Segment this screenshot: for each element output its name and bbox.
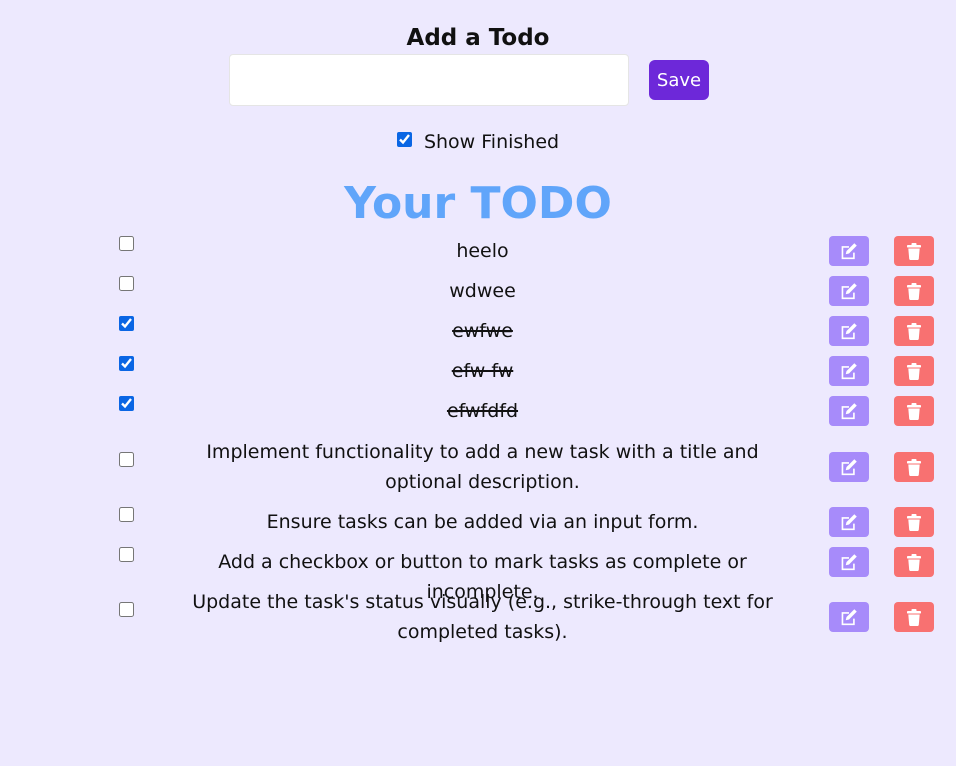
trash-icon-svg — [907, 553, 921, 571]
todo-panel: Add a Todo Save Show Finished Your TODO … — [0, 0, 956, 766]
delete-button[interactable] — [894, 507, 934, 537]
trash-icon — [907, 282, 921, 300]
trash-icon — [907, 553, 921, 571]
edit-icon — [839, 322, 859, 340]
todo-item: Update the task's status visually (e.g.,… — [0, 587, 956, 647]
edit-icon-svg — [841, 554, 857, 571]
todo-item: heelo — [0, 236, 956, 266]
trash-icon-svg — [907, 362, 921, 380]
todo-item: ewfwe — [0, 316, 956, 346]
todo-complete-checkbox[interactable] — [119, 396, 134, 411]
todo-item: Add a checkbox or button to mark tasks a… — [0, 547, 956, 603]
edit-button[interactable] — [829, 452, 869, 482]
delete-button[interactable] — [894, 236, 934, 266]
todo-text: Ensure tasks can be added via an input f… — [266, 511, 699, 533]
todo-text: Implement functionality to add a new tas… — [206, 441, 759, 493]
todo-complete-checkbox[interactable] — [119, 276, 134, 291]
edit-button[interactable] — [829, 356, 869, 386]
trash-icon — [907, 608, 921, 626]
todo-complete-checkbox[interactable] — [119, 452, 134, 467]
todo-list-heading: Your TODO — [344, 178, 612, 229]
delete-button[interactable] — [894, 356, 934, 386]
todo-text: efw fw — [451, 360, 514, 382]
todo-input[interactable] — [230, 55, 628, 105]
delete-button[interactable] — [894, 276, 934, 306]
todo-item: wdwee — [0, 276, 956, 306]
todo-text: ewfwe — [452, 320, 513, 342]
edit-icon — [839, 458, 859, 476]
todo-complete-checkbox[interactable] — [119, 602, 134, 617]
edit-icon-svg — [841, 323, 857, 340]
trash-icon-svg — [907, 458, 921, 476]
edit-icon-svg — [841, 514, 857, 531]
edit-button[interactable] — [829, 602, 869, 632]
delete-button[interactable] — [894, 396, 934, 426]
trash-icon-svg — [907, 322, 921, 340]
todo-complete-checkbox[interactable] — [119, 356, 134, 371]
edit-icon-svg — [841, 363, 857, 380]
edit-button[interactable] — [829, 276, 869, 306]
show-finished-label[interactable]: Show Finished — [424, 131, 559, 153]
edit-icon — [839, 553, 859, 571]
edit-button[interactable] — [829, 396, 869, 426]
todo-complete-checkbox[interactable] — [119, 507, 134, 522]
edit-icon — [839, 608, 859, 626]
delete-button[interactable] — [894, 547, 934, 577]
todo-complete-checkbox[interactable] — [119, 547, 134, 562]
todo-text: wdwee — [449, 280, 516, 302]
edit-icon-svg — [841, 283, 857, 300]
trash-icon — [907, 402, 921, 420]
edit-icon-svg — [841, 403, 857, 420]
trash-icon-svg — [907, 608, 921, 626]
todo-item: Implement functionality to add a new tas… — [0, 437, 956, 497]
trash-icon-svg — [907, 242, 921, 260]
todo-input-wrapper — [229, 54, 629, 106]
edit-button[interactable] — [829, 316, 869, 346]
edit-icon — [839, 242, 859, 260]
edit-icon — [839, 282, 859, 300]
edit-icon — [839, 513, 859, 531]
edit-icon — [839, 402, 859, 420]
edit-icon — [839, 362, 859, 380]
trash-icon — [907, 458, 921, 476]
delete-button[interactable] — [894, 452, 934, 482]
trash-icon-svg — [907, 402, 921, 420]
edit-icon-svg — [841, 609, 857, 626]
todo-item: efw fw — [0, 356, 956, 386]
trash-icon — [907, 242, 921, 260]
todo-text: Update the task's status visually (e.g.,… — [192, 591, 773, 643]
trash-icon-svg — [907, 513, 921, 531]
edit-button[interactable] — [829, 236, 869, 266]
trash-icon — [907, 513, 921, 531]
edit-button[interactable] — [829, 547, 869, 577]
delete-button[interactable] — [894, 602, 934, 632]
edit-icon-svg — [841, 243, 857, 260]
edit-button[interactable] — [829, 507, 869, 537]
save-button[interactable]: Save — [649, 60, 709, 100]
todo-complete-checkbox[interactable] — [119, 236, 134, 251]
trash-icon — [907, 362, 921, 380]
add-todo-title: Add a Todo — [406, 25, 550, 51]
show-finished-checkbox[interactable] — [396, 132, 412, 147]
todo-text: efwfdfd — [446, 400, 519, 422]
todo-complete-checkbox[interactable] — [119, 316, 134, 331]
trash-icon — [907, 322, 921, 340]
todo-item: Ensure tasks can be added via an input f… — [0, 507, 956, 537]
todo-item: efwfdfd — [0, 396, 956, 426]
show-finished-toggle: Show Finished — [0, 130, 956, 154]
trash-icon-svg — [907, 282, 921, 300]
todo-text: heelo — [456, 240, 509, 262]
delete-button[interactable] — [894, 316, 934, 346]
edit-icon-svg — [841, 459, 857, 476]
